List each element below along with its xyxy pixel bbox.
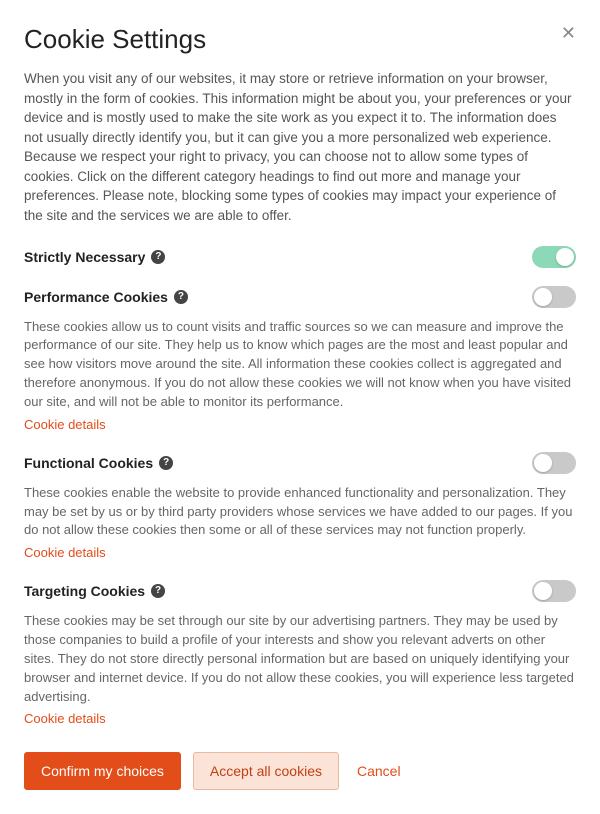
help-icon[interactable]: ? (151, 584, 165, 598)
help-icon[interactable]: ? (151, 250, 165, 264)
category-targeting: Targeting Cookies ? These cookies may be… (24, 580, 576, 728)
cookie-details-link[interactable]: Cookie details (24, 545, 106, 560)
category-description: These cookies allow us to count visits a… (24, 318, 576, 412)
category-header: Targeting Cookies ? (24, 580, 576, 602)
help-icon[interactable]: ? (159, 456, 173, 470)
category-title-wrap: Functional Cookies ? (24, 455, 173, 471)
category-title-wrap: Strictly Necessary ? (24, 249, 165, 265)
category-performance: Performance Cookies ? These cookies allo… (24, 286, 576, 434)
category-title: Strictly Necessary (24, 249, 145, 265)
category-title-wrap: Performance Cookies ? (24, 289, 188, 305)
toggle-performance[interactable] (532, 286, 576, 308)
close-button[interactable]: ✕ (561, 24, 576, 42)
close-icon: ✕ (561, 23, 576, 43)
toggle-strictly-necessary (532, 246, 576, 268)
help-icon[interactable]: ? (174, 290, 188, 304)
category-title: Functional Cookies (24, 455, 153, 471)
category-strictly-necessary: Strictly Necessary ? (24, 246, 576, 268)
toggle-knob (534, 454, 552, 472)
confirm-button[interactable]: Confirm my choices (24, 752, 181, 790)
toggle-functional[interactable] (532, 452, 576, 474)
modal-intro: When you visit any of our websites, it m… (24, 69, 576, 226)
cancel-button[interactable]: Cancel (351, 753, 407, 789)
toggle-knob (556, 248, 574, 266)
category-description: These cookies may be set through our sit… (24, 612, 576, 706)
modal-footer: Confirm my choices Accept all cookies Ca… (24, 752, 576, 790)
cookie-settings-modal: ✕ Cookie Settings When you visit any of … (0, 0, 600, 814)
category-description: These cookies enable the website to prov… (24, 484, 576, 541)
category-header: Strictly Necessary ? (24, 246, 576, 268)
category-header: Performance Cookies ? (24, 286, 576, 308)
toggle-knob (534, 288, 552, 306)
toggle-knob (534, 582, 552, 600)
toggle-targeting[interactable] (532, 580, 576, 602)
modal-title: Cookie Settings (24, 24, 576, 55)
category-title: Targeting Cookies (24, 583, 145, 599)
accept-all-button[interactable]: Accept all cookies (193, 752, 339, 790)
category-title-wrap: Targeting Cookies ? (24, 583, 165, 599)
cookie-details-link[interactable]: Cookie details (24, 417, 106, 432)
category-header: Functional Cookies ? (24, 452, 576, 474)
cookie-details-link[interactable]: Cookie details (24, 711, 106, 726)
category-title: Performance Cookies (24, 289, 168, 305)
category-functional: Functional Cookies ? These cookies enabl… (24, 452, 576, 563)
